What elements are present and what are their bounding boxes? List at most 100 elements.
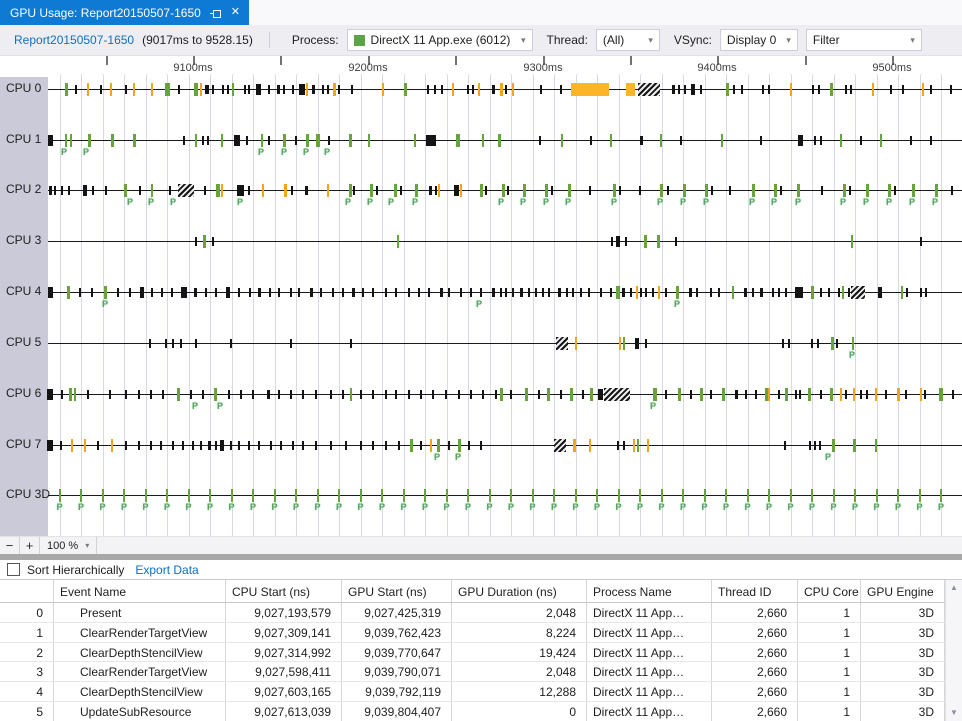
event-mark[interactable] — [160, 441, 162, 450]
event-mark[interactable] — [510, 489, 512, 502]
event-mark[interactable] — [833, 489, 835, 502]
event-mark[interactable] — [349, 134, 352, 147]
event-mark[interactable] — [492, 85, 495, 94]
event-mark[interactable] — [780, 186, 782, 195]
event-mark[interactable] — [252, 390, 254, 399]
process-dropdown[interactable]: DirectX 11 App.exe (6012) ▾ — [347, 29, 533, 51]
event-mark[interactable] — [660, 184, 663, 197]
event-mark[interactable] — [395, 390, 397, 399]
event-mark[interactable] — [111, 134, 114, 147]
event-mark[interactable] — [842, 286, 844, 299]
event-mark[interactable] — [838, 288, 840, 297]
event-mark[interactable] — [532, 489, 534, 502]
event-mark[interactable] — [542, 288, 544, 297]
event-mark[interactable] — [814, 441, 816, 450]
event-mark[interactable] — [295, 489, 297, 502]
event-mark[interactable] — [850, 85, 852, 94]
event-mark[interactable] — [639, 489, 641, 502]
event-mark[interactable] — [795, 287, 803, 298]
event-mark[interactable] — [320, 288, 322, 297]
event-mark[interactable] — [752, 288, 754, 297]
event-mark[interactable] — [880, 134, 882, 147]
present-marker[interactable]: P — [83, 148, 89, 157]
present-marker[interactable]: P — [357, 503, 363, 512]
event-mark[interactable] — [207, 136, 209, 145]
event-mark[interactable] — [818, 85, 820, 94]
event-mark[interactable] — [420, 390, 422, 399]
event-mark[interactable] — [798, 135, 803, 146]
event-mark[interactable] — [535, 288, 537, 297]
present-marker[interactable]: P — [121, 503, 127, 512]
event-mark[interactable] — [400, 186, 402, 195]
event-mark[interactable] — [268, 85, 270, 94]
event-mark[interactable] — [368, 134, 370, 147]
event-mark[interactable] — [220, 440, 224, 451]
event-mark[interactable] — [330, 390, 332, 399]
event-mark[interactable] — [83, 185, 87, 196]
event-mark[interactable] — [912, 184, 915, 197]
present-marker[interactable]: P — [895, 503, 901, 512]
event-mark[interactable] — [87, 390, 89, 399]
event-mark[interactable] — [875, 388, 877, 401]
event-mark[interactable] — [482, 134, 484, 147]
event-mark[interactable] — [752, 184, 755, 197]
event-mark[interactable] — [658, 286, 660, 299]
event-mark[interactable] — [582, 390, 584, 399]
event-mark[interactable] — [316, 134, 320, 147]
event-mark[interactable] — [551, 186, 553, 195]
event-mark[interactable] — [180, 339, 182, 348]
zoom-out-button[interactable]: − — [0, 537, 20, 554]
event-mark[interactable] — [105, 186, 107, 195]
event-mark[interactable] — [772, 288, 774, 297]
present-marker[interactable]: P — [551, 503, 557, 512]
event-mark[interactable] — [428, 288, 430, 297]
present-marker[interactable]: P — [650, 402, 656, 411]
event-mark[interactable] — [295, 136, 297, 145]
event-mark[interactable] — [610, 134, 612, 147]
event-mark[interactable] — [362, 288, 364, 297]
event-mark[interactable] — [676, 286, 679, 299]
event-mark[interactable] — [553, 489, 555, 502]
event-mark[interactable] — [269, 288, 271, 297]
event-mark[interactable] — [645, 339, 647, 348]
event-mark[interactable] — [395, 288, 397, 297]
event-mark[interactable] — [232, 83, 234, 96]
present-marker[interactable]: P — [476, 300, 482, 309]
event-mark[interactable] — [762, 85, 764, 94]
event-mark[interactable] — [845, 390, 847, 399]
zoom-level-dropdown[interactable]: 100 % ▾ — [40, 537, 97, 554]
scroll-down-icon[interactable]: ▼ — [950, 709, 958, 717]
event-mark[interactable] — [845, 85, 847, 94]
present-marker[interactable]: P — [749, 198, 755, 207]
event-mark[interactable] — [317, 489, 319, 502]
present-marker[interactable]: P — [916, 503, 922, 512]
event-mark[interactable] — [821, 186, 823, 195]
present-marker[interactable]: P — [164, 503, 170, 512]
grid-vertical-scrollbar[interactable]: ▲ ▼ — [945, 580, 962, 721]
event-mark[interactable] — [124, 184, 127, 197]
event-mark[interactable] — [718, 288, 720, 297]
event-mark[interactable] — [622, 288, 625, 297]
event-mark[interactable] — [691, 84, 695, 95]
event-mark[interactable] — [902, 85, 904, 94]
event-mark[interactable] — [817, 339, 819, 348]
event-mark[interactable] — [102, 489, 104, 502]
event-mark[interactable] — [820, 390, 822, 399]
event-mark[interactable] — [104, 286, 107, 299]
present-marker[interactable]: P — [443, 503, 449, 512]
present-marker[interactable]: P — [701, 503, 707, 512]
event-mark[interactable] — [575, 489, 577, 502]
event-mark[interactable] — [623, 337, 625, 350]
event-mark[interactable] — [492, 288, 495, 297]
column-header[interactable]: GPU Start (ns) — [342, 580, 452, 602]
present-marker[interactable]: P — [271, 503, 277, 512]
event-mark[interactable] — [372, 288, 374, 297]
event-mark[interactable] — [432, 390, 434, 399]
event-mark[interactable] — [129, 288, 131, 297]
event-mark[interactable] — [150, 390, 152, 399]
event-mark[interactable] — [48, 135, 53, 146]
event-mark[interactable] — [852, 337, 854, 350]
event-mark[interactable] — [404, 83, 407, 96]
event-mark[interactable] — [71, 439, 73, 452]
event-mark[interactable] — [888, 184, 891, 197]
